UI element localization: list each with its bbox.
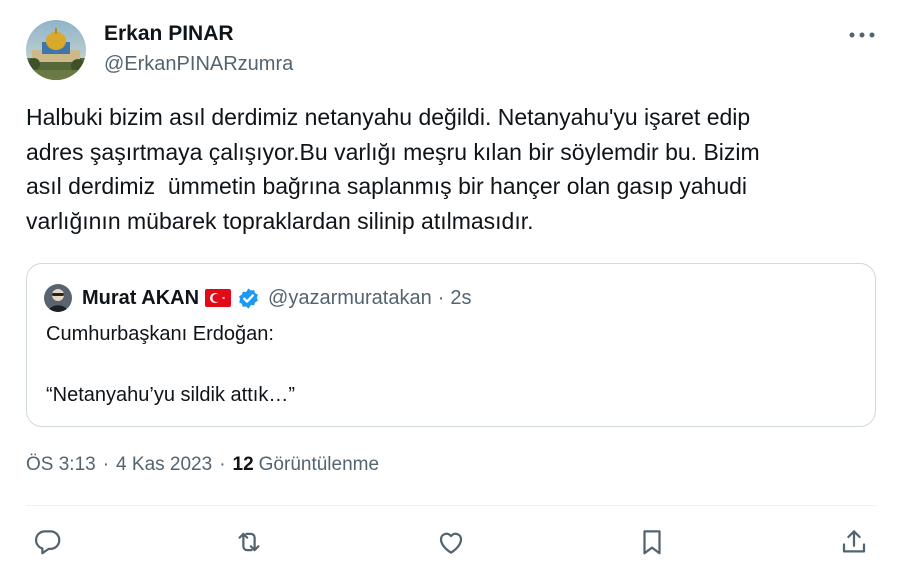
like-button[interactable] bbox=[431, 522, 471, 562]
views-count: 12 bbox=[232, 454, 254, 475]
share-icon bbox=[842, 530, 866, 553]
reply-icon bbox=[34, 530, 61, 555]
dome-of-the-rock-avatar bbox=[26, 20, 86, 80]
quoted-tweet-text: “Netanyahu’yu sildik attık…” bbox=[46, 384, 295, 406]
like-icon bbox=[439, 532, 463, 554]
verified-badge-icon bbox=[237, 287, 260, 310]
author-handle[interactable]: @ErkanPINARzumra bbox=[104, 53, 293, 76]
tweet-text-line: varlığının mübarek topraklardan silinip … bbox=[26, 207, 534, 234]
reply-button[interactable] bbox=[28, 522, 68, 562]
more-horizontal-icon bbox=[849, 32, 875, 38]
separator-dot: · bbox=[219, 454, 226, 475]
quoted-author-handle[interactable]: @yazarmuratakan bbox=[268, 287, 432, 310]
tweet-meta: ÖS 3:13 · 4 Kas 2023 · 12 Görüntülenme bbox=[26, 454, 379, 476]
bookmark-button[interactable] bbox=[632, 522, 672, 562]
tweet-text-line: adres şaşırtmaya çalışıyor.Bu varlığı me… bbox=[26, 138, 760, 165]
person-avatar-icon bbox=[44, 284, 72, 312]
quoted-author-avatar[interactable] bbox=[44, 284, 72, 312]
tweet-time[interactable]: ÖS 3:13 bbox=[26, 454, 96, 476]
quoted-tweet[interactable]: Murat AKAN @yazarmuratakan · 2s Cumhurba… bbox=[26, 263, 876, 427]
retweet-button[interactable] bbox=[229, 522, 269, 562]
views-label: Görüntülenme bbox=[258, 454, 380, 475]
turkey-flag-icon bbox=[205, 289, 232, 307]
more-button[interactable] bbox=[842, 22, 882, 48]
author-name[interactable]: Erkan PINAR bbox=[104, 22, 234, 46]
separator-dot: · bbox=[102, 454, 110, 475]
tweet-text-line: asıl derdimiz ümmetin bağrına saplanmış … bbox=[26, 173, 748, 199]
tweet: Erkan PINAR @ErkanPINARzumra Halbuki biz… bbox=[0, 0, 909, 578]
quoted-tweet-header: Murat AKAN @yazarmuratakan · 2s bbox=[44, 284, 472, 312]
tweet-text-line: Halbuki bizim asıl derdimiz netanyahu de… bbox=[26, 104, 751, 130]
quoted-tweet-time[interactable]: 2s bbox=[450, 287, 471, 310]
tweet-date[interactable]: 4 Kas 2023 bbox=[116, 454, 212, 476]
share-button[interactable] bbox=[834, 522, 874, 562]
retweet-icon bbox=[238, 532, 260, 552]
separator-dot: · bbox=[437, 286, 445, 309]
quoted-tweet-text: Cumhurbaşkanı Erdoğan: bbox=[46, 323, 274, 345]
bookmark-icon bbox=[643, 530, 661, 555]
quoted-author-name[interactable]: Murat AKAN bbox=[82, 287, 199, 310]
tweet-text: Halbuki bizim asıl derdimiz netanyahu de… bbox=[26, 100, 886, 238]
author-avatar[interactable] bbox=[26, 20, 86, 80]
divider bbox=[26, 505, 876, 506]
